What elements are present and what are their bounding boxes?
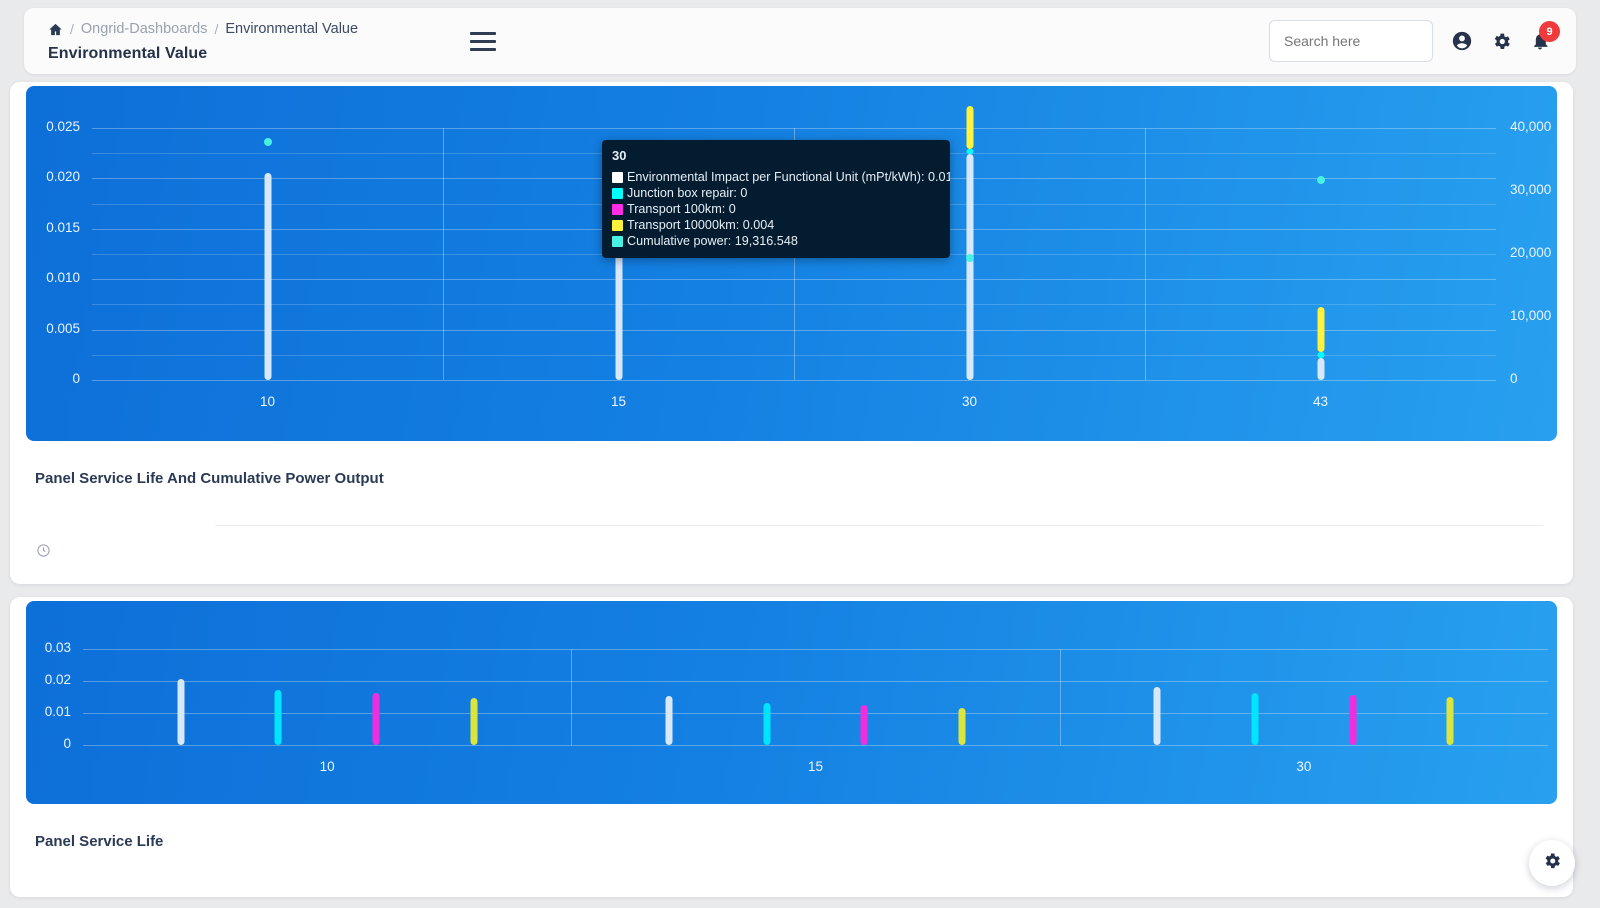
y-axis-tick-label: 0.02	[44, 672, 71, 687]
category-divider	[1145, 128, 1146, 380]
y2-axis-tick-label: 0	[1510, 371, 1518, 386]
bar[interactable]	[860, 704, 868, 745]
tooltip-row: Junction box repair: 0	[612, 185, 940, 201]
bar[interactable]	[966, 154, 973, 380]
x-axis-tick-label: 30	[1296, 759, 1312, 774]
y-axis-tick-label: 0.015	[46, 219, 80, 235]
x-axis-tick-label: 43	[1312, 394, 1329, 409]
dashboard-page: / Ongrid-Dashboards / Environmental Valu…	[0, 0, 1600, 908]
data-point-marker[interactable]	[263, 137, 272, 146]
home-icon[interactable]	[48, 22, 63, 37]
gridline	[92, 380, 1496, 381]
tooltip-row: Transport 10000km: 0.004	[612, 217, 940, 233]
y-axis-tick-label: 0	[72, 371, 80, 386]
plot-area-2[interactable]: 0 0.01 0.02 0.03 10 15 30	[45, 640, 1548, 774]
clock-icon[interactable]	[36, 543, 51, 563]
card-title-1: Panel Service Life And Cumulative Power …	[35, 470, 384, 487]
y-axis-tick-label: 0.005	[46, 320, 80, 336]
category-divider	[571, 649, 573, 745]
bar[interactable]	[274, 689, 282, 745]
chart-card-panel-service-life: 0 0.01 0.02 0.03 10 15 30 Panel Service Life	[10, 597, 1573, 897]
top-bar-actions: 9	[1269, 20, 1576, 62]
breadcrumb-parent[interactable]: Ongrid-Dashboards	[81, 21, 208, 37]
y-axis-tick-label: 0.020	[46, 169, 80, 185]
tooltip-row: Transport 100km: 0	[612, 201, 940, 217]
bar[interactable]	[958, 707, 966, 745]
tooltip-row-text: Cumulative power: 19,316.548	[627, 234, 798, 248]
gridline	[83, 713, 1548, 714]
y-axis-tick-label: 0.025	[46, 119, 80, 134]
data-point-marker[interactable]	[1316, 176, 1325, 185]
tooltip-swatch	[612, 171, 623, 183]
y-axis-tick-label: 0	[63, 736, 71, 751]
tooltip-row: Cumulative power: 19,316.548	[612, 233, 940, 249]
tooltip-rows: Environmental Impact per Functional Unit…	[612, 169, 950, 249]
gear-icon[interactable]	[1491, 31, 1512, 52]
x-axis-tick-label: 15	[807, 759, 824, 774]
bar[interactable]	[665, 696, 673, 745]
y-axis-tick-label: 0.010	[46, 270, 80, 286]
gridline	[83, 745, 1548, 746]
tooltip-row-text: Transport 10000km: 0.004	[627, 218, 775, 232]
chart-tooltip: 30 Environmental Impact per Functional U…	[602, 140, 950, 258]
y-axis-tick-label: 0.03	[44, 640, 71, 655]
gear-icon	[1542, 851, 1562, 876]
bar[interactable]	[1153, 687, 1161, 745]
x-axis-tick-label: 10	[319, 759, 335, 774]
settings-fab-button[interactable]	[1529, 840, 1575, 886]
hamburger-icon[interactable]	[470, 31, 497, 51]
tooltip-swatch	[612, 187, 623, 199]
gridline	[83, 681, 1548, 682]
x-axis-tick-label: 30	[961, 394, 978, 409]
bar[interactable]	[966, 105, 973, 150]
category-divider	[1059, 649, 1061, 745]
bar[interactable]	[1317, 357, 1324, 380]
tooltip-swatch	[612, 235, 623, 247]
tooltip-swatch	[612, 203, 623, 215]
bar[interactable]	[763, 702, 771, 745]
breadcrumb: / Ongrid-Dashboards / Environmental Valu…	[48, 19, 358, 63]
bar[interactable]	[1317, 351, 1324, 358]
breadcrumb-separator-1: /	[70, 21, 74, 37]
bar[interactable]	[372, 692, 380, 745]
breadcrumb-current: Environmental Value	[225, 21, 359, 37]
tooltip-row-text: Environmental Impact per Functional Unit…	[627, 170, 950, 184]
tooltip-row-text: Junction box repair: 0	[627, 186, 748, 200]
x-axis-tick-label: 15	[610, 394, 627, 409]
notification-badge: 9	[1539, 21, 1560, 42]
y2-axis-tick-label: 40,000	[1510, 119, 1552, 134]
chart-panel-2: 0 0.01 0.02 0.03 10 15 30	[26, 601, 1557, 804]
bell-icon[interactable]: 9	[1530, 21, 1560, 51]
tooltip-title: 30	[612, 148, 627, 163]
tooltip-row-text: Transport 100km: 0	[627, 202, 736, 216]
y-axis-tick-label: 0.01	[44, 704, 71, 719]
category-divider	[443, 128, 444, 380]
tooltip-row: Environmental Impact per Functional Unit…	[612, 169, 950, 185]
y2-axis-tick-label: 30,000	[1510, 182, 1552, 197]
bar[interactable]	[966, 149, 973, 155]
search-input[interactable]	[1269, 20, 1433, 62]
bar[interactable]	[264, 173, 271, 380]
card-divider-1	[215, 525, 1543, 526]
bar[interactable]	[1349, 694, 1357, 745]
top-bar: / Ongrid-Dashboards / Environmental Valu…	[24, 8, 1576, 74]
account-circle-icon[interactable]	[1451, 30, 1473, 52]
y2-axis-tick-label: 20,000	[1510, 245, 1552, 260]
gridline	[83, 649, 1548, 650]
y2-axis-tick-label: 10,000	[1510, 308, 1552, 323]
page-title: Environmental Value	[48, 45, 208, 62]
breadcrumb-separator-2: /	[214, 21, 219, 37]
bar[interactable]	[470, 698, 478, 745]
bar[interactable]	[1317, 307, 1324, 352]
bar[interactable]	[1251, 692, 1259, 745]
x-axis-tick-label: 10	[259, 394, 276, 409]
bar[interactable]	[1446, 697, 1454, 745]
tooltip-swatch	[612, 219, 623, 231]
card-title-2: Panel Service Life	[35, 833, 164, 850]
bar[interactable]	[177, 679, 185, 745]
data-point-marker[interactable]	[965, 254, 974, 263]
